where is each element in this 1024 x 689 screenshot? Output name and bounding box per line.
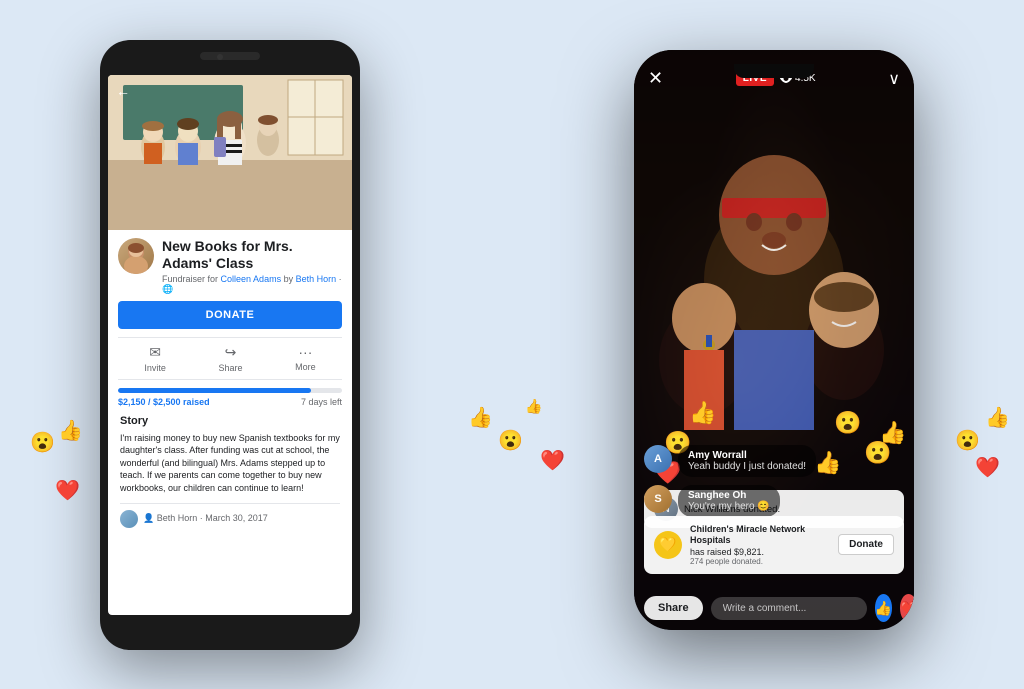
live-emoji-6: 👍: [879, 420, 906, 446]
progress-bar-fill: [118, 388, 311, 393]
more-label: More: [295, 362, 316, 372]
floating-emoji-7: 👍: [525, 398, 542, 415]
back-button[interactable]: ←: [116, 83, 130, 99]
live-reaction-button[interactable]: ❤️: [900, 594, 914, 622]
live-comment-1: A Amy Worrall Yeah buddy I just donated!: [644, 445, 904, 477]
comment-text-2: You're my hero 😊: [688, 501, 770, 512]
live-viewers: 4.5K: [780, 73, 816, 84]
progress-amount: $2,150 / $2,500 raised: [118, 397, 210, 407]
comment-avatar-2: S: [644, 485, 672, 513]
floating-emoji-5: 😮: [498, 428, 523, 453]
live-chevron-down[interactable]: ∨: [888, 69, 900, 89]
progress-days: 7 days left: [301, 397, 342, 407]
heart-icon: ❤️: [900, 600, 914, 617]
progress-text: $2,150 / $2,500 raised 7 days left: [118, 397, 342, 407]
live-comments: A Amy Worrall Yeah buddy I just donated!…: [634, 445, 914, 525]
iphone-screen: ✕ LIVE 4.5K ∨ 😮 👍 ❤️ 😮 😮 👍 👍 A Amy Worra…: [634, 50, 914, 630]
invite-label: Invite: [144, 363, 166, 373]
floating-emoji-4: 👍: [468, 405, 493, 430]
charity-info: Children's Miracle Network Hospitals has…: [690, 524, 830, 566]
android-phone: ← New Books for Mrs. Adams' Class Fundra…: [100, 40, 360, 650]
comment-bubble-2: Sanghee Oh You're my hero 😊: [678, 485, 780, 517]
charity-amount: has raised $9,821.: [690, 547, 830, 557]
classroom-photo: ←: [108, 75, 352, 230]
profile-avatar: [118, 238, 154, 274]
floating-emoji-8: 👍: [985, 405, 1010, 430]
floating-emoji-9: 😮: [955, 428, 980, 453]
story-section: Story I'm raising money to buy new Spani…: [118, 415, 342, 528]
live-comment-input[interactable]: [711, 597, 867, 620]
share-action[interactable]: ↪ Share: [218, 344, 242, 373]
live-badge-row: LIVE 4.5K: [736, 71, 816, 86]
more-action[interactable]: ··· More: [295, 344, 316, 373]
live-like-button[interactable]: 👍: [875, 594, 892, 622]
donate-button[interactable]: DONATE: [118, 301, 342, 329]
comment-text-1: Yeah buddy I just donated!: [688, 461, 806, 472]
share-icon: ↪: [225, 344, 237, 361]
invite-action[interactable]: ✉ Invite: [144, 344, 166, 373]
charity-card: 💛 Children's Miracle Network Hospitals h…: [644, 516, 904, 574]
live-emoji-2: 👍: [689, 400, 716, 426]
commenter-name-2: Sanghee Oh: [688, 490, 770, 501]
comment-bubble-1: Amy Worrall Yeah buddy I just donated!: [678, 445, 816, 477]
story-title: Story: [120, 415, 340, 427]
charity-name: Children's Miracle Network Hospitals: [690, 524, 830, 547]
live-badge: LIVE: [736, 71, 774, 86]
comment-avatar-1: A: [644, 445, 672, 473]
progress-bar-background: [118, 388, 342, 393]
live-share-button[interactable]: Share: [644, 596, 703, 620]
floating-emoji-1: 😮: [30, 430, 55, 455]
profile-row: New Books for Mrs. Adams' Class Fundrais…: [118, 238, 342, 295]
poster-info: 👤 Beth Horn · March 30, 2017: [143, 513, 268, 524]
floating-emoji-2: ❤️: [55, 478, 80, 503]
live-top-bar: ✕ LIVE 4.5K ∨: [634, 50, 914, 97]
fundraiser-subtitle: Fundraiser for Colleen Adams by Beth Hor…: [162, 274, 342, 295]
poster-row: 👤 Beth Horn · March 30, 2017: [120, 503, 340, 528]
invite-icon: ✉: [149, 344, 161, 361]
iphone: ✕ LIVE 4.5K ∨ 😮 👍 ❤️ 😮 😮 👍 👍 A Amy Worra…: [634, 50, 914, 630]
charity-donors: 274 people donated.: [690, 557, 830, 566]
charity-donate-button[interactable]: Donate: [838, 534, 894, 555]
android-screen: ← New Books for Mrs. Adams' Class Fundra…: [108, 75, 352, 615]
live-comment-2: S Sanghee Oh You're my hero 😊: [644, 485, 904, 517]
live-bottom-bar: Share 👍 ❤️: [634, 594, 914, 622]
more-icon: ···: [298, 344, 312, 360]
charity-icon: 💛: [654, 531, 682, 559]
fundraiser-title: New Books for Mrs. Adams' Class: [162, 238, 342, 272]
like-icon: 👍: [875, 600, 892, 617]
share-label: Share: [218, 363, 242, 373]
left-screen-body: New Books for Mrs. Adams' Class Fundrais…: [108, 230, 352, 536]
commenter-name-1: Amy Worrall: [688, 450, 806, 461]
live-emoji-4: 😮: [834, 410, 861, 436]
poster-avatar: [120, 510, 138, 528]
progress-section: $2,150 / $2,500 raised 7 days left: [118, 388, 342, 407]
floating-emoji-10: ❤️: [975, 455, 1000, 480]
floating-emoji-3: 👍: [58, 418, 83, 443]
story-text: I'm raising money to buy new Spanish tex…: [120, 432, 340, 495]
action-row: ✉ Invite ↪ Share ··· More: [118, 337, 342, 380]
floating-emoji-6: ❤️: [540, 448, 565, 473]
live-close-button[interactable]: ✕: [648, 68, 663, 89]
